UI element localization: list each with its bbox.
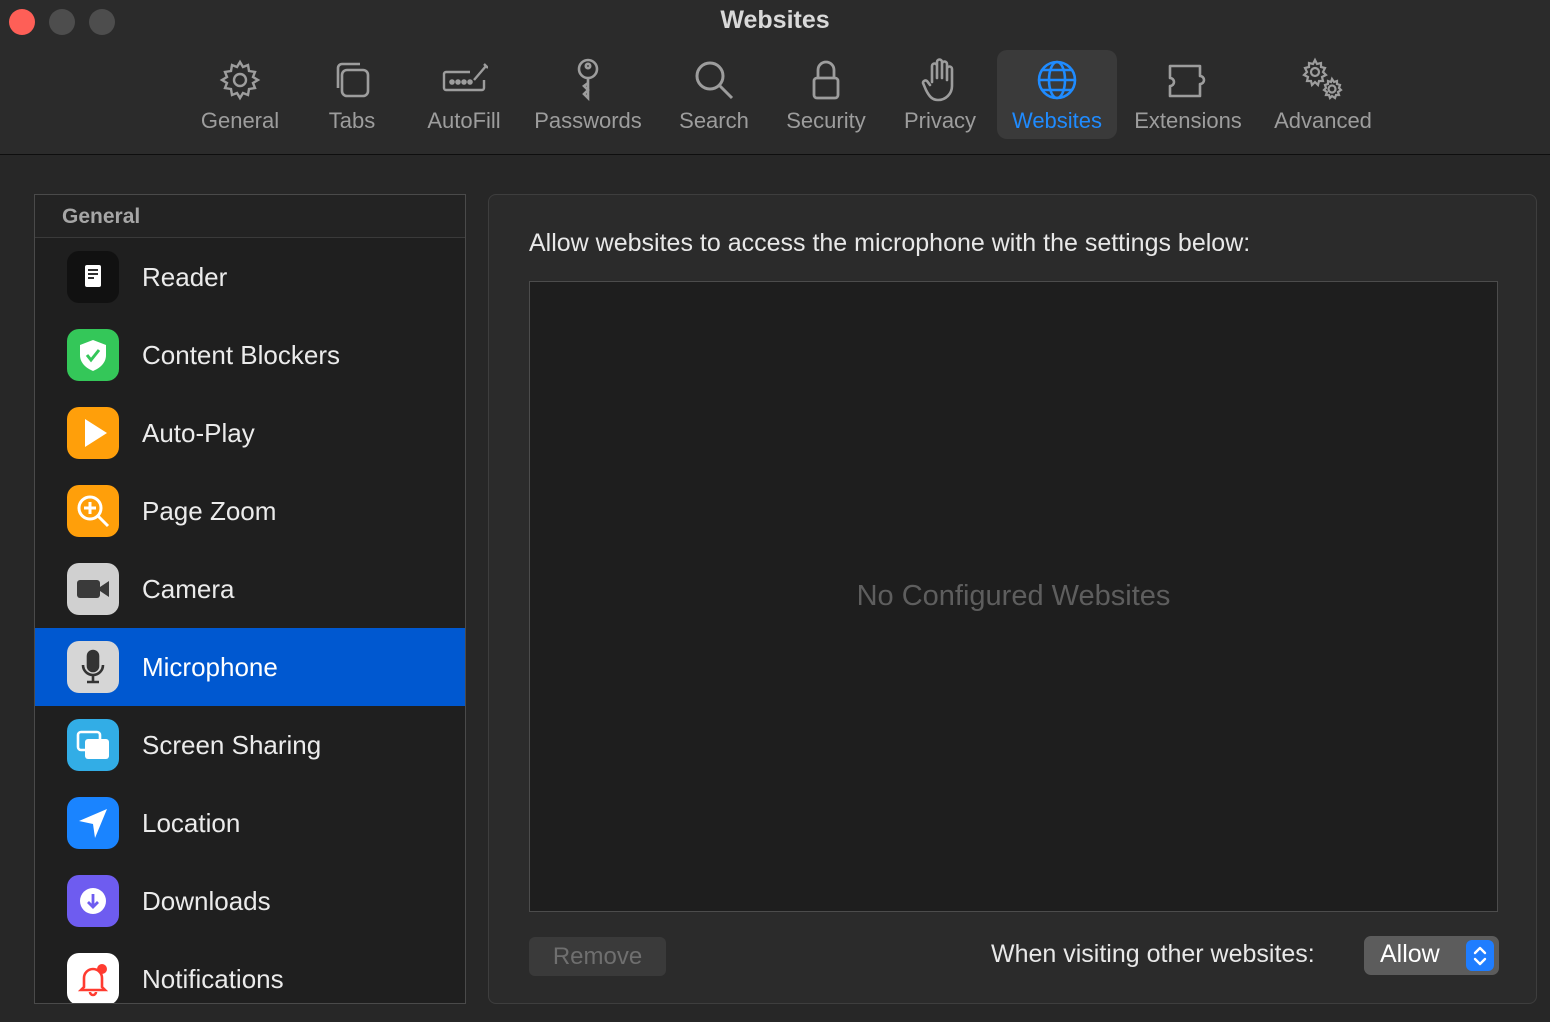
puzzle-icon (1168, 64, 1206, 98)
search-icon (695, 61, 734, 100)
sidebar-item-location[interactable]: Location (35, 784, 465, 862)
other-websites-label: When visiting other websites: (991, 940, 1315, 968)
sidebar-item-auto-play[interactable]: Auto-Play (35, 394, 465, 472)
gears-icon (1302, 57, 1343, 101)
zoom-icon (67, 485, 119, 537)
panel-description: Allow websites to access the microphone … (529, 229, 1251, 257)
tabs-icon (336, 62, 370, 98)
tab-extensions[interactable]: Extensions (1128, 50, 1248, 139)
shield-icon (67, 329, 119, 381)
sidebar-item-microphone[interactable]: Microphone (35, 628, 465, 706)
download-icon (67, 875, 119, 927)
tab-security[interactable]: Security (776, 50, 876, 139)
sidebar-item-notifications[interactable]: Notifications (35, 940, 465, 1003)
screen-sharing-icon (67, 719, 119, 771)
lock-icon (812, 60, 840, 100)
sidebar-item-downloads[interactable]: Downloads (35, 862, 465, 940)
sidebar-item-screen-sharing[interactable]: Screen Sharing (35, 706, 465, 784)
empty-list-message: No Configured Websites (856, 580, 1171, 612)
tab-advanced[interactable]: Advanced (1262, 50, 1384, 139)
tab-tabs[interactable]: Tabs (302, 50, 402, 139)
sidebar-item-page-zoom[interactable]: Page Zoom (35, 472, 465, 550)
key-icon (577, 58, 599, 102)
tab-passwords[interactable]: Passwords (528, 50, 648, 139)
bell-icon (67, 953, 119, 1003)
window-title: Websites (720, 6, 830, 34)
chevron-updown-icon (1466, 940, 1494, 971)
hand-icon (921, 58, 954, 102)
tab-privacy[interactable]: Privacy (890, 50, 990, 139)
sidebar-section-header: General (35, 195, 465, 238)
tab-general[interactable]: General (190, 50, 290, 139)
tab-websites[interactable]: Websites (997, 50, 1117, 139)
microphone-icon (67, 641, 119, 693)
other-websites-select[interactable]: Allow (1364, 936, 1499, 975)
remove-button[interactable]: Remove (529, 937, 666, 976)
microphone-settings-panel: Allow websites to access the microphone … (488, 194, 1537, 1004)
gear-icon (219, 59, 261, 101)
website-settings-sidebar: General Reader Content Blockers Auto-Pla… (34, 194, 466, 1004)
sidebar-item-reader[interactable]: Reader (35, 238, 465, 316)
sidebar-item-content-blockers[interactable]: Content Blockers (35, 316, 465, 394)
configured-websites-list[interactable]: No Configured Websites (529, 281, 1498, 912)
play-icon (67, 407, 119, 459)
camera-icon (67, 563, 119, 615)
title-bar: Websites General Tabs AutoFill Passwords… (0, 0, 1550, 155)
autofill-icon (442, 63, 488, 92)
reader-icon (67, 251, 119, 303)
location-icon (67, 797, 119, 849)
select-value: Allow (1380, 940, 1440, 968)
tab-autofill[interactable]: AutoFill (414, 50, 514, 139)
sidebar-item-camera[interactable]: Camera (35, 550, 465, 628)
tab-search[interactable]: Search (664, 50, 764, 139)
globe-icon (1037, 60, 1077, 100)
